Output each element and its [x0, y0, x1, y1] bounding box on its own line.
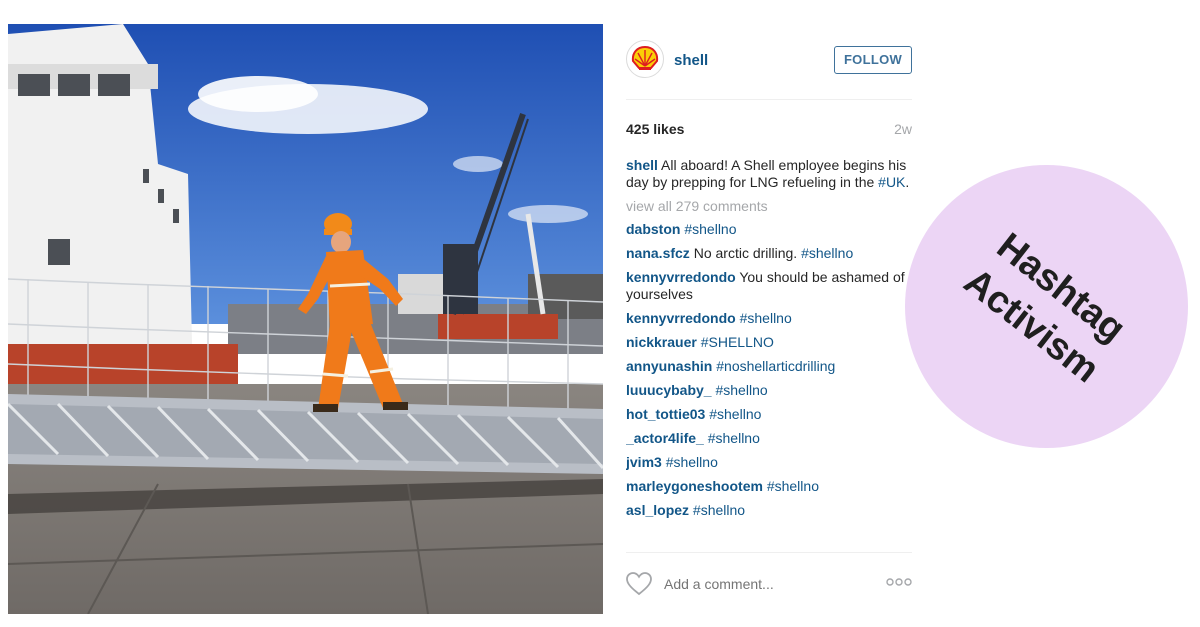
post-username[interactable]: shell — [674, 52, 708, 69]
caption-hashtag[interactable]: #UK — [878, 174, 905, 190]
caption-username[interactable]: shell — [626, 157, 658, 173]
comment-item: _actor4life_ #shellno — [626, 430, 912, 447]
follow-button[interactable]: FOLLOW — [834, 46, 912, 74]
comment-hashtag[interactable]: #noshellarticdrilling — [716, 358, 835, 374]
comment-item: luuucybaby_ #shellno — [626, 382, 912, 399]
more-options-icon[interactable] — [886, 575, 912, 589]
comment-username[interactable]: dabston — [626, 221, 680, 237]
likes-count[interactable]: 425 likes — [626, 121, 684, 137]
comment-item: kennyvrredondo You should be ashamed of … — [626, 269, 912, 303]
comment-item: annyunashin #noshellarticdrilling — [626, 358, 912, 375]
comment-item: dabston #shellno — [626, 221, 912, 238]
comment-username[interactable]: nickkrauer — [626, 334, 697, 350]
comment-hashtag[interactable]: #shellno — [801, 245, 853, 261]
comment-hashtag[interactable]: #shellno — [684, 221, 736, 237]
comment-item: asl_lopez #shellno — [626, 502, 912, 519]
comment-hashtag[interactable]: #shellno — [693, 502, 745, 518]
comments-list[interactable]: shell All aboard! A Shell employee begin… — [626, 157, 912, 551]
add-comment-input[interactable] — [664, 576, 864, 592]
comment-hashtag[interactable]: #shellno — [767, 478, 819, 494]
post-time-ago: 2w — [894, 121, 912, 137]
comment-username[interactable]: luuucybaby_ — [626, 382, 712, 398]
heart-icon[interactable] — [626, 572, 652, 596]
comment-username[interactable]: jvim3 — [626, 454, 662, 470]
view-all-comments-link[interactable]: view all 279 comments — [626, 198, 912, 214]
comment-hashtag[interactable]: #shellno — [709, 406, 761, 422]
comment-username[interactable]: kennyvrredondo — [626, 310, 736, 326]
comment-hashtag[interactable]: #SHELLNO — [701, 334, 774, 350]
post-photo-illustration — [8, 24, 603, 614]
post-photo[interactable] — [8, 24, 603, 614]
comment-hashtag[interactable]: #shellno — [666, 454, 718, 470]
hashtag-activism-badge: Hashtag Activism — [905, 165, 1188, 448]
comment-item: marleygoneshootem #shellno — [626, 478, 912, 495]
header-divider — [626, 99, 912, 100]
comment-hashtag[interactable]: #shellno — [708, 430, 760, 446]
footer-divider — [626, 552, 912, 553]
post-caption: shell All aboard! A Shell employee begin… — [626, 157, 912, 191]
comment-hashtag[interactable]: #shellno — [740, 310, 792, 326]
comment-text: No arctic drilling. — [693, 245, 798, 261]
comment-item: jvim3 #shellno — [626, 454, 912, 471]
post-header: shell FOLLOW — [626, 40, 912, 80]
comment-username[interactable]: kennyvrredondo — [626, 269, 736, 285]
comment-username[interactable]: marleygoneshootem — [626, 478, 763, 494]
caption-text: All aboard! A Shell employee begins his … — [626, 157, 907, 190]
caption-end: . — [905, 174, 910, 190]
comment-username[interactable]: annyunashin — [626, 358, 712, 374]
comment-hashtag[interactable]: #shellno — [715, 382, 767, 398]
comment-username[interactable]: asl_lopez — [626, 502, 689, 518]
comment-username[interactable]: hot_tottie03 — [626, 406, 705, 422]
comment-item: hot_tottie03 #shellno — [626, 406, 912, 423]
comment-item: nana.sfcz No arctic drilling. #shellno — [626, 245, 912, 262]
comment-username[interactable]: _actor4life_ — [626, 430, 704, 446]
comment-username[interactable]: nana.sfcz — [626, 245, 690, 261]
shell-logo-icon[interactable] — [626, 40, 664, 78]
